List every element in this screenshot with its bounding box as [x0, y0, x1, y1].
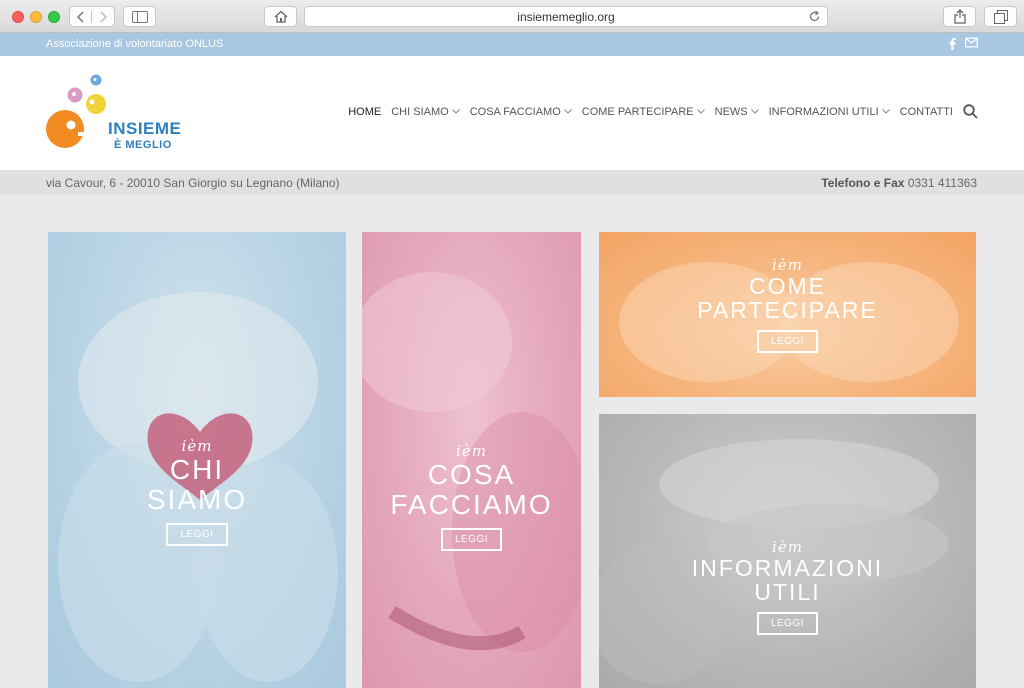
logo-title: INSIEME	[108, 119, 182, 138]
nav-contatti[interactable]: CONTATTI	[900, 106, 953, 118]
card-iem-mark: ièm	[772, 538, 803, 556]
contact-strip: via Cavour, 6 - 20010 San Giorgio su Leg…	[0, 170, 1024, 195]
chevron-down-icon	[451, 109, 460, 114]
card-title-line1: CHI	[169, 454, 225, 485]
card-cosa-facciamo[interactable]: ièm COSA FACCIAMO LEGGI	[362, 232, 581, 688]
browser-toolbar: insiememeglio.org	[0, 0, 1024, 33]
chevron-down-icon	[563, 109, 572, 114]
nav-label: CHI SIAMO	[391, 105, 449, 118]
nav-label: COSA FACCIAMO	[469, 105, 561, 118]
phone-info: Telefono e Fax 0331 411363	[821, 176, 977, 190]
nav-come-partecipare[interactable]: COME PARTECIPARE	[582, 106, 705, 118]
main-nav: HOME CHI SIAMO COSA FACCIAMO COME PARTEC…	[348, 104, 978, 119]
sidebar-toggle-button[interactable]	[123, 6, 156, 27]
tabs-overview-button[interactable]	[984, 6, 1017, 27]
site-logo[interactable]: INSIEME È MEGLIO	[44, 72, 181, 156]
card-title-line2: SIAMO	[146, 484, 248, 515]
card-title-line1: COME	[749, 273, 826, 299]
nav-home[interactable]: HOME	[348, 106, 381, 118]
nav-label: NEWS	[714, 105, 748, 118]
nav-label: INFORMAZIONI UTILI	[768, 105, 879, 118]
maximize-window-button[interactable]	[48, 11, 60, 23]
phone-label: Telefono e Fax	[821, 176, 905, 190]
postal-address: via Cavour, 6 - 20010 San Giorgio su Leg…	[46, 176, 340, 190]
card-informazioni-utili[interactable]: ièm INFORMAZIONI UTILI LEGGI	[599, 414, 976, 688]
chevron-down-icon	[881, 109, 890, 114]
social-links	[947, 37, 978, 50]
facebook-icon[interactable]	[947, 37, 957, 50]
nav-label: CONTATTI	[899, 105, 953, 118]
card-title-line2: PARTECIPARE	[697, 297, 878, 323]
logo-subtitle: È MEGLIO	[114, 139, 172, 151]
top-info-bar: Associazione di volontariato ONLUS	[0, 33, 1024, 56]
share-button[interactable]	[943, 6, 976, 27]
share-icon	[953, 9, 966, 24]
sidebar-icon	[131, 10, 148, 23]
chevron-down-icon	[750, 109, 759, 114]
card-iem-mark: ièm	[456, 442, 487, 460]
card-label: ièm COSA FACCIAMO LEGGI	[362, 442, 581, 551]
association-label: Associazione di volontariato ONLUS	[46, 38, 224, 50]
reload-icon[interactable]	[808, 10, 821, 23]
close-window-button[interactable]	[12, 11, 24, 23]
email-icon[interactable]	[965, 37, 978, 48]
card-label: ièm COME PARTECIPARE LEGGI	[599, 256, 976, 353]
url-text: insiememeglio.org	[517, 9, 615, 24]
card-title-line2: UTILI	[754, 579, 821, 605]
address-bar[interactable]: insiememeglio.org	[304, 6, 828, 27]
chevron-down-icon	[696, 109, 705, 114]
home-button[interactable]	[264, 6, 297, 27]
minimize-window-button[interactable]	[30, 11, 42, 23]
leggi-button[interactable]: LEGGI	[756, 330, 819, 353]
card-title-line1: COSA	[427, 459, 516, 490]
search-icon[interactable]	[963, 104, 978, 119]
leggi-button[interactable]: LEGGI	[440, 528, 503, 551]
card-title-line2: FACCIAMO	[390, 489, 553, 520]
nav-chi-siamo[interactable]: CHI SIAMO	[391, 105, 460, 118]
nav-cosa-facciamo[interactable]: COSA FACCIAMO	[470, 106, 572, 118]
card-iem-mark: ièm	[772, 256, 803, 274]
forward-icon[interactable]	[92, 10, 114, 23]
logo-graphic	[46, 74, 106, 148]
leggi-button[interactable]: LEGGI	[756, 612, 819, 635]
nav-label: HOME	[348, 105, 382, 118]
leggi-button[interactable]: LEGGI	[166, 523, 228, 546]
site-header: INSIEME È MEGLIO HOME CHI SIAMO COSA FAC…	[0, 56, 1024, 170]
card-title-line1: INFORMAZIONI	[691, 555, 884, 581]
home-icon	[274, 10, 287, 23]
content-area: ièm CHI SIAMO LEGGI ièm COSA FACCIAMO LE…	[0, 195, 1024, 688]
nav-informazioni-utili[interactable]: INFORMAZIONI UTILI	[769, 106, 890, 118]
phone-number: 0331 411363	[907, 176, 977, 190]
back-forward-buttons	[69, 6, 115, 27]
nav-news[interactable]: NEWS	[715, 106, 759, 118]
nav-label: COME PARTECIPARE	[581, 105, 694, 118]
card-chi-siamo[interactable]: ièm CHI SIAMO LEGGI	[48, 232, 346, 688]
tabs-icon	[993, 9, 1008, 24]
back-icon[interactable]	[70, 10, 92, 23]
card-label: ièm CHI SIAMO LEGGI	[48, 437, 346, 546]
card-label: ièm INFORMAZIONI UTILI LEGGI	[599, 538, 976, 635]
card-iem-mark: ièm	[181, 437, 213, 455]
card-come-partecipare[interactable]: ièm COME PARTECIPARE LEGGI	[599, 232, 976, 397]
